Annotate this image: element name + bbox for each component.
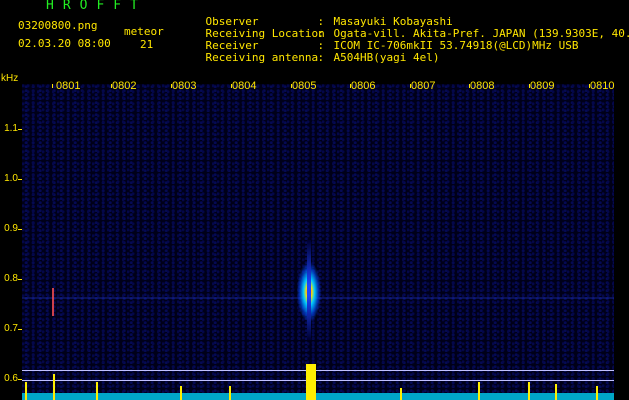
hrofft-spectrogram-window: HROFFT 03200800.png 02.03.20 08:00 meteo… — [0, 0, 629, 400]
signal-spike — [180, 386, 182, 400]
time-tick-mark — [529, 84, 530, 88]
time-tick-label: 0805 — [292, 80, 317, 92]
y-axis-unit: kHz — [1, 73, 19, 84]
reference-line-lower — [22, 380, 614, 381]
time-tick-label: 0802 — [112, 80, 137, 92]
y-tick-mark — [18, 229, 22, 230]
y-tick-mark — [18, 129, 22, 130]
meteor-echo-trail — [307, 240, 311, 340]
signal-spike — [229, 386, 231, 400]
y-tick-label: 0.7 — [4, 323, 18, 334]
time-tick-label: 0806 — [351, 80, 376, 92]
y-tick-label: 0.9 — [4, 223, 18, 234]
time-tick-mark — [52, 84, 53, 88]
signal-spike-meteor — [306, 364, 316, 400]
signal-spike — [555, 384, 557, 400]
y-tick-label: 0.6 — [4, 373, 18, 384]
y-tick-label: 0.8 — [4, 273, 18, 284]
y-tick-label: 1.1 — [4, 123, 18, 134]
time-tick-label: 0810 — [590, 80, 615, 92]
time-tick-mark — [291, 84, 292, 88]
time-tick-mark — [410, 84, 411, 88]
y-tick-label: 1.0 — [4, 173, 18, 184]
spectrogram-plot — [22, 84, 614, 400]
y-tick-mark — [18, 279, 22, 280]
signal-spike — [53, 374, 55, 400]
meteor-echo-small — [52, 288, 54, 316]
signal-spike — [478, 382, 480, 400]
info-value: A504HB(yagi 4el) — [333, 51, 440, 64]
signal-spike — [596, 386, 598, 400]
reference-line-upper — [22, 370, 614, 371]
time-tick-label: 0803 — [172, 80, 197, 92]
time-tick-label: 0801 — [56, 80, 81, 92]
app-brand: HROFFT — [46, 0, 147, 13]
signal-spike — [400, 388, 402, 400]
time-tick-mark — [469, 84, 470, 88]
info-key: Receiving antenna — [205, 51, 319, 64]
time-tick-mark — [350, 84, 351, 88]
date-time: 02.03.20 08:00 — [18, 37, 111, 50]
y-tick-mark — [18, 379, 22, 380]
time-tick-mark — [111, 84, 112, 88]
time-tick-label: 0809 — [530, 80, 555, 92]
info-row-antenna: Receiving antenna: A504HB(yagi 4el) — [179, 40, 440, 76]
signal-spike — [25, 382, 27, 400]
time-tick-mark — [171, 84, 172, 88]
time-tick-label: 0808 — [470, 80, 495, 92]
signal-level-baseline — [22, 393, 614, 400]
signal-spike — [528, 382, 530, 400]
signal-spike — [96, 382, 98, 400]
time-tick-mark — [231, 84, 232, 88]
time-tick-mark — [589, 84, 590, 88]
meteor-count: 21 — [140, 38, 154, 51]
time-tick-label: 0804 — [232, 80, 257, 92]
meteor-label: meteor — [124, 25, 164, 38]
y-tick-mark — [18, 179, 22, 180]
file-name: 03200800.png — [18, 19, 98, 32]
info-colon: : — [317, 51, 325, 64]
time-tick-label: 0807 — [411, 80, 436, 92]
y-tick-mark — [18, 329, 22, 330]
